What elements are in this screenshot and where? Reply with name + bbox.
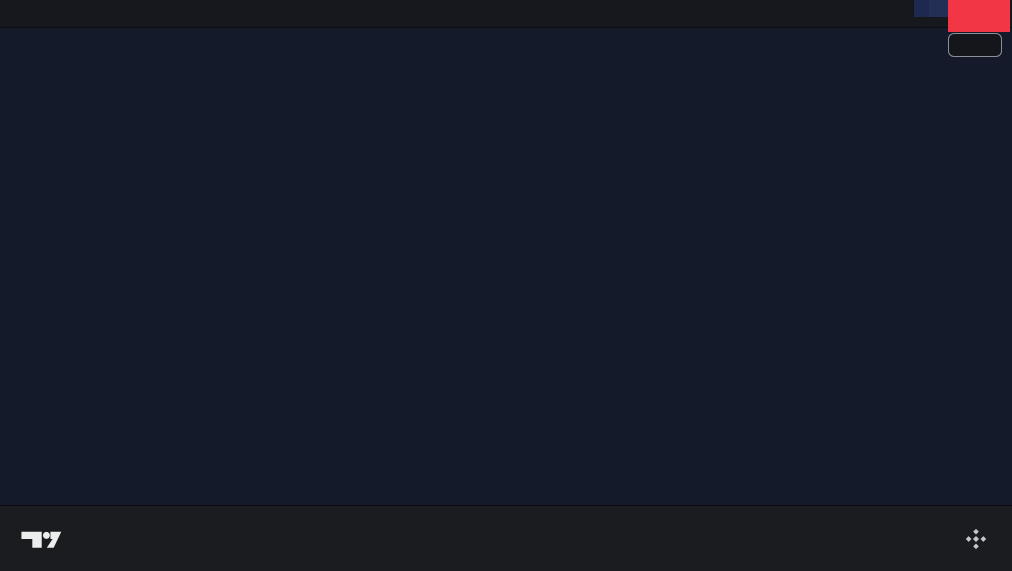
tradingview-logo-icon	[21, 531, 62, 548]
tradingview-screenshot	[0, 0, 1012, 571]
tradingview-logo[interactable]	[20, 524, 72, 554]
binance-logo-icon	[965, 528, 987, 549]
watermark-bar	[0, 0, 1012, 28]
price-chart[interactable]	[0, 28, 1012, 505]
author-handle	[963, 526, 998, 552]
last-price-badge	[948, 0, 1010, 32]
currency-toggle-button[interactable]	[948, 33, 1002, 57]
footer-bar	[0, 505, 1012, 571]
symbol-legend[interactable]	[18, 34, 35, 49]
low-label	[917, 0, 929, 17]
